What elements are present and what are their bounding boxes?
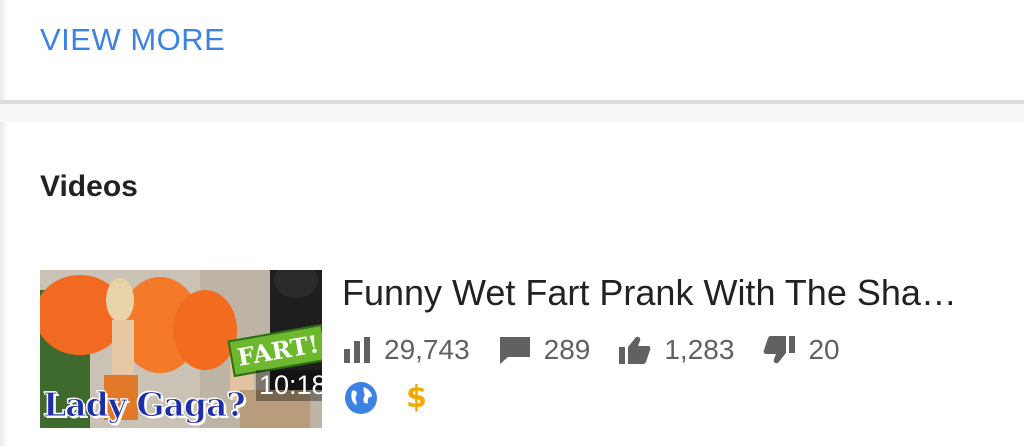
page: VIEW MORE Videos FART! 10:18 Lady Gaga? … xyxy=(0,0,1024,446)
view-more-link[interactable]: VIEW MORE xyxy=(40,22,225,58)
thumbnail-caption: Lady Gaga? xyxy=(43,385,247,425)
video-stats: 29,743 289 1,283 20 xyxy=(342,332,868,368)
dislikes-stat: 20 xyxy=(762,334,840,366)
section-gap xyxy=(0,104,1024,122)
comments-count: 289 xyxy=(543,334,591,365)
thumbs-up-icon xyxy=(619,336,651,364)
bar-chart-icon xyxy=(344,337,370,363)
video-thumbnail[interactable]: FART! 10:18 Lady Gaga? xyxy=(40,270,322,428)
dollar-icon: $ xyxy=(406,380,427,415)
views-count: 29,743 xyxy=(384,334,470,365)
likes-stat: 1,283 xyxy=(618,334,734,366)
video-item[interactable]: FART! 10:18 Lady Gaga? Funny Wet Fart Pr… xyxy=(0,260,1024,440)
section-title: Videos xyxy=(40,170,138,203)
thumbs-down-icon xyxy=(764,336,796,364)
globe-badge xyxy=(344,381,378,415)
views-stat: 29,743 xyxy=(342,334,470,366)
globe-icon xyxy=(345,381,377,414)
video-duration: 10:18 xyxy=(256,370,322,401)
video-badges: $ xyxy=(344,380,455,415)
video-title[interactable]: Funny Wet Fart Prank With The Sha… xyxy=(342,272,1002,314)
comments-stat: 289 xyxy=(498,334,591,366)
monetized-badge: $ xyxy=(406,380,427,415)
dislikes-count: 20 xyxy=(808,334,840,365)
comment-icon xyxy=(499,337,530,364)
likes-count: 1,283 xyxy=(664,334,735,365)
